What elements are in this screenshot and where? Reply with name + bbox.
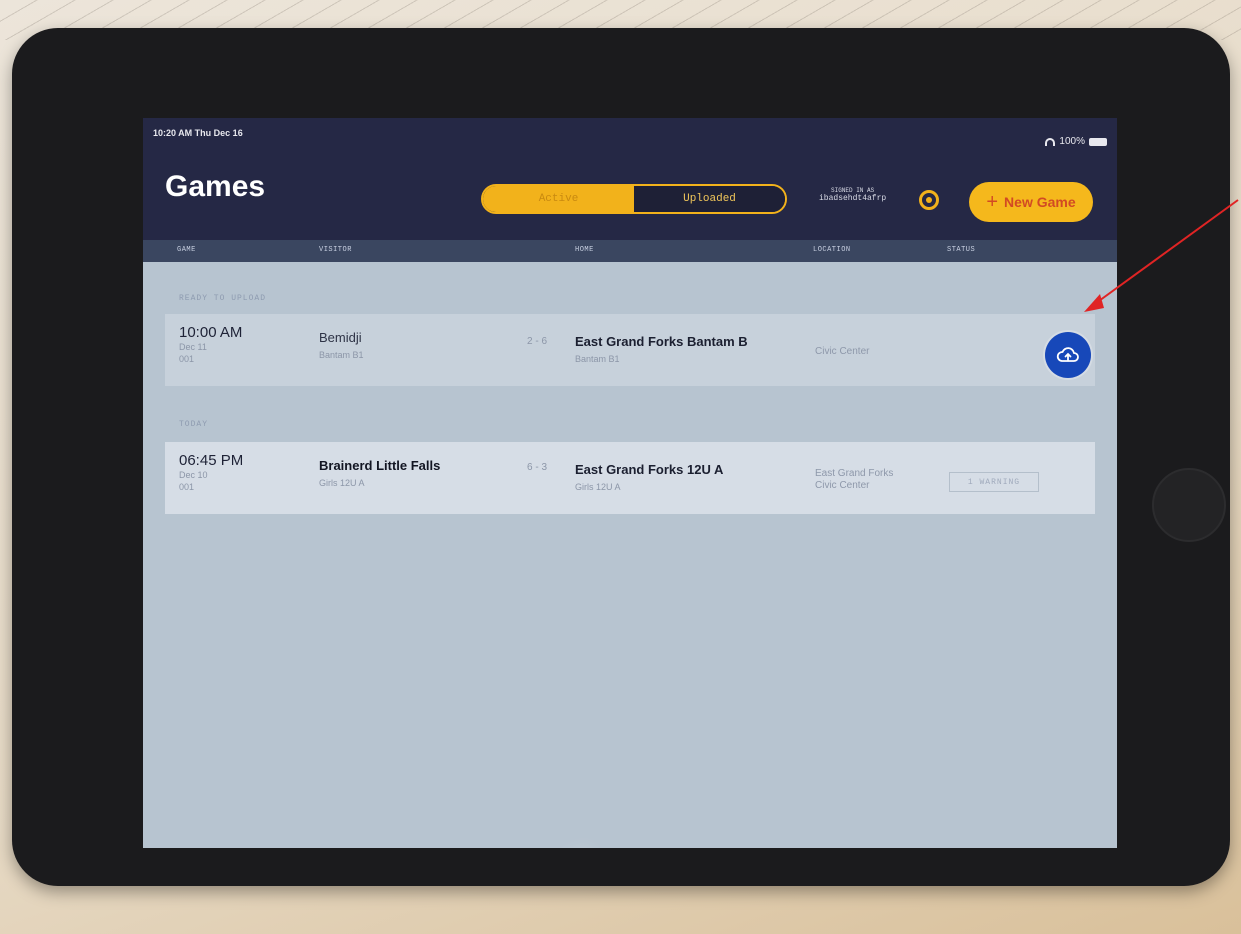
battery-icon: [1089, 137, 1107, 146]
column-home: HOME: [575, 246, 594, 254]
game-number: 001: [179, 482, 195, 492]
status-badge[interactable]: 1 WARNING: [949, 472, 1039, 492]
signed-in-user: ibadsehdt4afrp: [819, 193, 887, 203]
status-time: 10:20 AM Thu Dec 16: [153, 128, 243, 138]
status-segmented-control[interactable]: Active Uploaded: [481, 184, 787, 214]
visitor-division: Bantam B1: [319, 350, 364, 360]
game-location-line2: Civic Center: [815, 480, 870, 491]
game-time: 10:00 AM: [179, 324, 243, 341]
column-visitor: VISITOR: [319, 246, 352, 254]
column-status: STATUS: [947, 246, 976, 254]
table-row[interactable]: 10:00 AM Dec 11 001 Bemidji Bantam B1 2 …: [165, 314, 1095, 386]
gear-icon[interactable]: [919, 190, 939, 210]
tab-uploaded[interactable]: Uploaded: [634, 186, 785, 212]
page-title: Games: [165, 170, 266, 203]
table-row[interactable]: 06:45 PM Dec 10 001 Brainerd Little Fall…: [165, 442, 1095, 514]
wifi-icon: [1045, 137, 1056, 146]
upload-button[interactable]: [1045, 332, 1091, 378]
game-score: 2 - 6: [527, 336, 548, 347]
game-number: 001: [179, 354, 195, 364]
game-date: Dec 10: [179, 470, 208, 480]
visitor-division: Girls 12U A: [319, 478, 365, 488]
game-score: 6 - 3: [527, 462, 548, 473]
cloud-upload-icon: [1056, 347, 1079, 362]
top-bar: 10:20 AM Thu Dec 16 100% Games Active Up…: [143, 118, 1117, 240]
signed-in-info: SIGNED IN AS ibadsehdt4afrp: [819, 187, 887, 203]
new-game-label: New Game: [1004, 194, 1076, 210]
visitor-team: Brainerd Little Falls: [319, 458, 441, 473]
home-team: East Grand Forks 12U A: [575, 462, 724, 477]
home-division: Girls 12U A: [575, 482, 621, 492]
plus-icon: +: [986, 190, 999, 213]
home-button: [1152, 468, 1226, 542]
tab-active[interactable]: Active: [483, 186, 634, 212]
game-date: Dec 11: [179, 342, 207, 352]
new-game-button[interactable]: + New Game: [969, 182, 1093, 222]
ipad-frame: 10:20 AM Thu Dec 16 100% Games Active Up…: [12, 28, 1230, 886]
home-division: Bantam B1: [575, 354, 620, 364]
app-screen: 10:20 AM Thu Dec 16 100% Games Active Up…: [143, 118, 1117, 848]
section-today: TODAY: [179, 420, 209, 429]
table-header: GAME VISITOR HOME LOCATION STATUS: [143, 240, 1117, 262]
home-team: East Grand Forks Bantam B: [575, 334, 748, 349]
column-game: GAME: [177, 246, 196, 254]
section-ready-to-upload: READY TO UPLOAD: [179, 294, 267, 303]
game-time: 06:45 PM: [179, 452, 244, 469]
game-location-line1: East Grand Forks: [815, 468, 894, 479]
status-indicators: 100%: [1045, 136, 1107, 147]
game-location: Civic Center: [815, 346, 870, 357]
column-location: LOCATION: [813, 246, 851, 254]
battery-percent: 100%: [1059, 136, 1085, 147]
visitor-team: Bemidji: [319, 330, 362, 345]
